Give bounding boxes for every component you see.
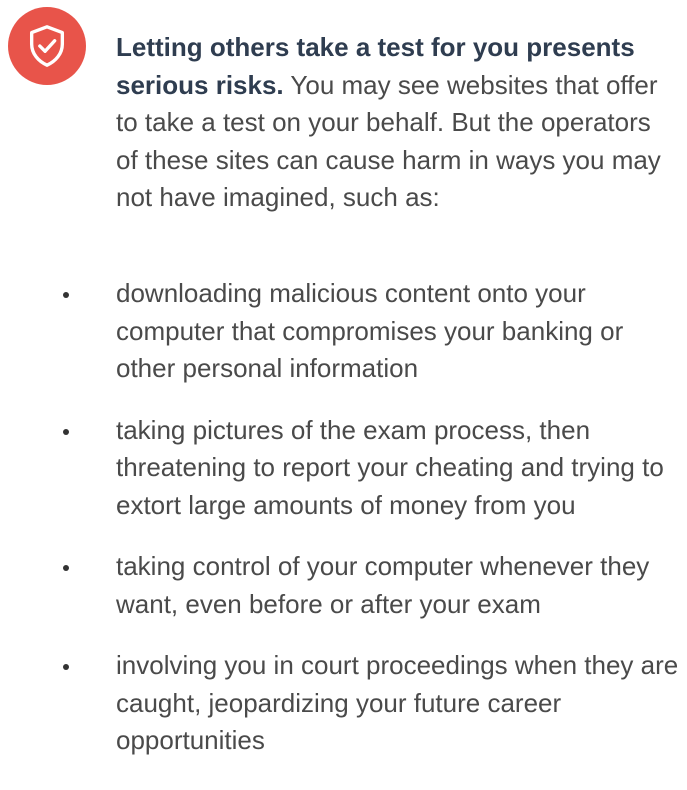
list-item-text: downloading malicious content onto your … (116, 278, 624, 383)
list-item: downloading malicious content onto your … (0, 275, 687, 388)
list-item: taking control of your computer whenever… (0, 548, 687, 623)
list-item-text: taking control of your computer whenever… (116, 551, 650, 619)
list-item: taking pictures of the exam process, the… (0, 412, 687, 525)
list-item-text: taking pictures of the exam process, the… (116, 414, 664, 520)
bullet-icon (63, 292, 69, 298)
bullet-icon (63, 565, 69, 571)
shield-badge (8, 7, 86, 85)
list-item: involving you in court proceedings when … (0, 647, 687, 760)
bullet-icon (63, 428, 69, 435)
risk-list: downloading malicious content onto your … (0, 275, 687, 784)
shield-check-icon (29, 25, 65, 67)
list-item-text: involving you in court proceedings when … (116, 650, 679, 755)
bullet-icon (63, 664, 69, 670)
intro-paragraph: Letting others take a test for you prese… (116, 29, 676, 217)
